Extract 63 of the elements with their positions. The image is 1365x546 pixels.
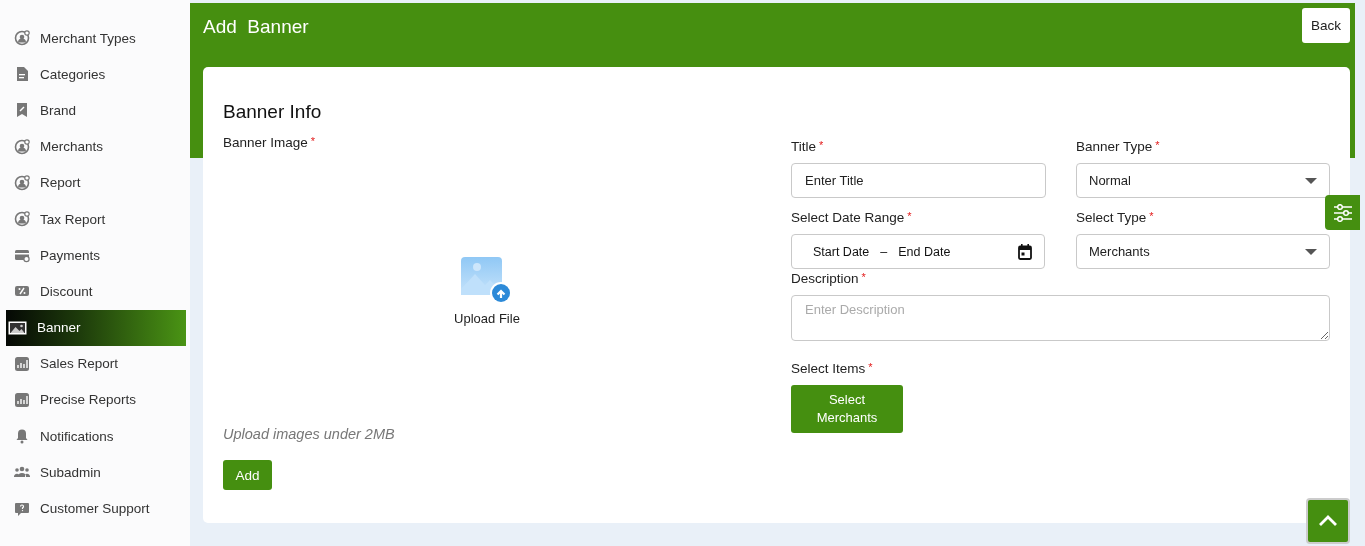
chart-icon (14, 355, 30, 372)
upload-file-text: Upload File (454, 311, 520, 326)
user-badge-icon (14, 30, 30, 47)
card-icon (14, 247, 30, 264)
sidebar-item[interactable]: Merchants (6, 128, 186, 165)
image-icon (8, 319, 27, 336)
page-title: Add Banner (203, 16, 309, 38)
add-button[interactable]: Add (223, 460, 272, 490)
dropdown[interactable]: Normal (1076, 163, 1330, 198)
required-mark: * (861, 271, 866, 283)
date-range-field[interactable]: Start Date – End Date (791, 234, 1045, 269)
filter-tab[interactable] (1325, 195, 1360, 230)
calendar-icon[interactable] (1018, 243, 1032, 260)
field-label: Select Items * (791, 361, 873, 376)
sidebar-item[interactable]: Precise Reports (6, 381, 186, 419)
bookmark-icon (14, 102, 30, 119)
sidebar-item[interactable]: Customer Support (6, 490, 186, 527)
required-mark: * (907, 210, 912, 222)
description-field[interactable]: Enter Description (791, 295, 1330, 341)
dropdown-caret-icon (1305, 248, 1317, 255)
sidebar-item[interactable]: Payments (6, 237, 186, 274)
sidebar-item[interactable]: Categories (6, 56, 186, 93)
dropdown[interactable]: Merchants (1076, 234, 1330, 269)
scroll-top-button[interactable] (1306, 498, 1350, 544)
title-field[interactable]: Enter Title (791, 163, 1046, 198)
bell-icon (14, 428, 30, 445)
sidebar-item[interactable]: Brand (6, 92, 186, 129)
chart-icon (14, 391, 30, 408)
required-mark: * (310, 135, 316, 147)
chat-icon (14, 500, 30, 517)
sidebar-item[interactable]: Sales Report (6, 345, 186, 382)
sidebar-item[interactable]: Report (6, 164, 186, 201)
image-upload-icon[interactable] (461, 257, 513, 305)
required-mark: * (819, 139, 824, 151)
sidebar-item[interactable]: Tax Report (6, 200, 186, 238)
user-badge-icon (14, 174, 30, 191)
upload-hint: Upload images under 2MB (223, 426, 396, 442)
start-date: Start Date (813, 244, 870, 259)
field-label: Title * (791, 139, 824, 154)
section-heading: Banner Info (223, 101, 323, 123)
sliders-icon (1332, 203, 1353, 222)
user-badge-icon (14, 138, 30, 155)
field-label: Select Type * (1076, 210, 1154, 225)
required-mark: * (1155, 139, 1160, 151)
sidebar-item[interactable]: Discount (6, 273, 186, 310)
back-button[interactable]: Back (1302, 8, 1350, 43)
sidebar-item[interactable]: Banner (6, 309, 186, 346)
field-label: Banner Type * (1076, 139, 1160, 154)
field-label: Banner Image * (223, 135, 316, 150)
end-date: End Date (898, 244, 951, 259)
sidebar-item[interactable]: Merchant Types (6, 20, 186, 57)
sidebar-item[interactable]: Notifications (6, 418, 186, 455)
user-badge-icon (14, 211, 30, 228)
range-dash: – (880, 244, 888, 259)
sidebar-item[interactable]: Subadmin (6, 454, 186, 491)
dropdown-caret-icon (1305, 177, 1317, 184)
field-label: Select Date Range * (791, 210, 912, 225)
select-merchants-button[interactable]: Select Merchants (791, 385, 903, 433)
document-icon (14, 66, 30, 83)
field-label: Description * (791, 271, 866, 286)
chevron-up-icon (1318, 515, 1338, 527)
required-mark: * (1149, 210, 1154, 222)
required-mark: * (868, 361, 873, 373)
